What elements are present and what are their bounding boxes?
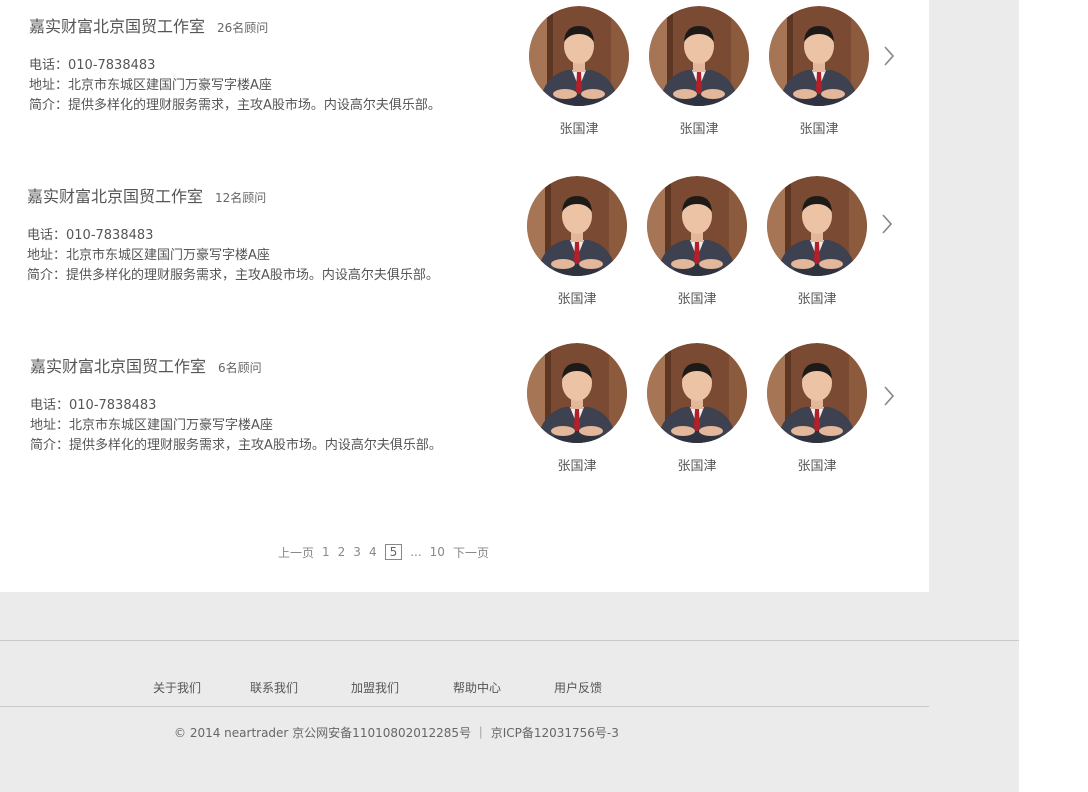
office-card: 嘉实财富北京国贸工作室 12名顾问 电话：010-7838483 地址：北京市东城…: [0, 170, 929, 320]
advisor-card[interactable]: 张国津: [647, 343, 747, 474]
advisor-avatar[interactable]: [769, 6, 869, 106]
advisor-name[interactable]: 张国津: [527, 288, 627, 307]
pagination-page[interactable]: 2: [338, 545, 346, 559]
advisor-card[interactable]: 张国津: [527, 176, 627, 307]
pagination-page[interactable]: 3: [353, 545, 361, 559]
advisor-card[interactable]: 张国津: [649, 6, 749, 137]
advisor-card[interactable]: 张国津: [767, 176, 867, 307]
office-phone: 电话：010-7838483: [30, 398, 157, 413]
advisor-name[interactable]: 张国津: [767, 455, 867, 474]
advisor-avatar[interactable]: [767, 176, 867, 276]
office-info: 嘉实财富北京国贸工作室 26名顾问 电话：010-7838483 地址：北京市东城…: [29, 17, 441, 116]
office-address: 地址：北京市东城区建国门万豪写字楼A座: [27, 248, 270, 263]
advisor-count: 6名顾问: [218, 361, 262, 375]
advisor-name[interactable]: 张国津: [649, 118, 749, 137]
advisor-card[interactable]: 张国津: [529, 6, 629, 137]
advisor-name[interactable]: 张国津: [647, 455, 747, 474]
office-phone: 电话：010-7838483: [27, 228, 154, 243]
pagination: 上一页 1 2 3 4 5 ... 10 下一页: [278, 542, 497, 562]
office-address: 地址：北京市东城区建国门万豪写字楼A座: [30, 418, 273, 433]
advisor-name[interactable]: 张国津: [769, 118, 869, 137]
pagination-next[interactable]: 下一页: [453, 544, 489, 561]
office-title[interactable]: 嘉实财富北京国贸工作室 26名顾问: [29, 17, 441, 38]
pagination-current-page[interactable]: 5: [384, 544, 403, 560]
pagination-prev[interactable]: 上一页: [278, 544, 314, 561]
office-name[interactable]: 嘉实财富北京国贸工作室: [29, 17, 205, 36]
chevron-right-icon[interactable]: [881, 384, 897, 408]
office-title[interactable]: 嘉实财富北京国贸工作室 12名顾问: [27, 187, 439, 208]
advisor-count: 12名顾问: [215, 191, 267, 205]
advisor-card[interactable]: 张国津: [647, 176, 747, 307]
office-address: 地址：北京市东城区建国门万豪写字楼A座: [29, 78, 272, 93]
footer-link-join[interactable]: 加盟我们: [351, 679, 399, 696]
office-card: 嘉实财富北京国贸工作室 6名顾问 电话：010-7838483 地址：北京市东城区…: [0, 337, 929, 487]
chevron-right-icon[interactable]: [879, 212, 895, 236]
office-info: 嘉实财富北京国贸工作室 12名顾问 电话：010-7838483 地址：北京市东城…: [27, 187, 439, 286]
advisor-name[interactable]: 张国津: [767, 288, 867, 307]
advisor-avatar[interactable]: [529, 6, 629, 106]
advisor-avatar[interactable]: [647, 343, 747, 443]
advisor-avatar[interactable]: [647, 176, 747, 276]
pagination-page[interactable]: 4: [369, 545, 377, 559]
advisor-count: 26名顾问: [217, 21, 269, 35]
content-panel: 嘉实财富北京国贸工作室 26名顾问 电话：010-7838483 地址：北京市东城…: [0, 0, 929, 592]
footer-link-feedback[interactable]: 用户反馈: [554, 679, 602, 696]
pagination-page[interactable]: 1: [322, 545, 330, 559]
office-intro: 简介：提供多样化的理财服务需求，主攻A股市场。内设高尔夫俱乐部。: [29, 98, 441, 113]
advisor-avatar[interactable]: [527, 343, 627, 443]
advisor-avatar[interactable]: [767, 343, 867, 443]
office-title[interactable]: 嘉实财富北京国贸工作室 6名顾问: [30, 357, 442, 378]
office-phone: 电话：010-7838483: [29, 58, 156, 73]
pagination-page[interactable]: 10: [430, 545, 445, 559]
footer-link-contact[interactable]: 联系我们: [250, 679, 298, 696]
advisor-name[interactable]: 张国津: [529, 118, 629, 137]
advisor-card[interactable]: 张国津: [767, 343, 867, 474]
office-card: 嘉实财富北京国贸工作室 26名顾问 电话：010-7838483 地址：北京市东城…: [0, 0, 929, 150]
office-info: 嘉实财富北京国贸工作室 6名顾问 电话：010-7838483 地址：北京市东城区…: [30, 357, 442, 456]
copyright-text: © 2014 neartrader 京公网安备11010802012285号 ｜…: [174, 726, 619, 740]
advisor-name[interactable]: 张国津: [647, 288, 747, 307]
footer-link-about[interactable]: 关于我们: [153, 679, 201, 696]
footer-divider: [0, 706, 929, 707]
footer-link-help[interactable]: 帮助中心: [453, 679, 501, 696]
advisor-avatar[interactable]: [527, 176, 627, 276]
chevron-right-icon[interactable]: [881, 44, 897, 68]
office-intro: 简介：提供多样化的理财服务需求，主攻A股市场。内设高尔夫俱乐部。: [30, 438, 442, 453]
footer-divider: [0, 640, 1019, 641]
office-name[interactable]: 嘉实财富北京国贸工作室: [30, 357, 206, 376]
pagination-ellipsis: ...: [410, 545, 422, 559]
advisor-card[interactable]: 张国津: [769, 6, 869, 137]
office-name[interactable]: 嘉实财富北京国贸工作室: [27, 187, 203, 206]
advisor-card[interactable]: 张国津: [527, 343, 627, 474]
advisor-name[interactable]: 张国津: [527, 455, 627, 474]
advisor-avatar[interactable]: [649, 6, 749, 106]
office-intro: 简介：提供多样化的理财服务需求，主攻A股市场。内设高尔夫俱乐部。: [27, 268, 439, 283]
